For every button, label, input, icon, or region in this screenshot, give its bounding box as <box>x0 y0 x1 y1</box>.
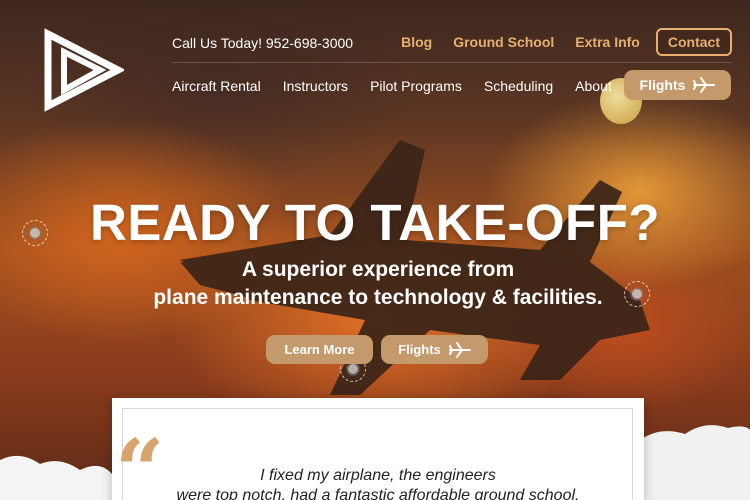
nav-item-instructors[interactable]: Instructors <box>283 78 348 94</box>
hero-headline: READY TO TAKE-OFF? <box>90 194 660 251</box>
link-extra-info[interactable]: Extra Info <box>575 34 640 50</box>
phone-number[interactable]: Call Us Today! 952-698-3000 <box>172 35 353 51</box>
contact-button[interactable]: Contact <box>655 28 732 56</box>
nav-item-about[interactable]: About <box>575 78 612 94</box>
hero-subline-2: plane maintenance to technology & facili… <box>153 286 603 309</box>
testimonial-quote-line-1: I fixed my airplane, the engineers <box>260 467 496 484</box>
main-nav: Aircraft Rental Instructors Pilot Progra… <box>172 78 634 94</box>
nav-item-scheduling[interactable]: Scheduling <box>484 78 553 94</box>
flights-nav-label: Flights <box>639 77 686 93</box>
airplane-icon <box>693 77 716 93</box>
header-divider <box>172 62 732 63</box>
top-links: Blog Ground School Extra Info Contact <box>380 28 732 56</box>
flights-nav-button[interactable]: Flights <box>624 70 731 100</box>
site-logo[interactable] <box>42 28 124 112</box>
nav-item-aircraft-rental[interactable]: Aircraft Rental <box>172 78 261 94</box>
hero-subline-1: A superior experience from <box>241 258 515 281</box>
learn-more-label: Learn More <box>284 342 355 357</box>
learn-more-button[interactable]: Learn More <box>266 335 373 364</box>
link-ground-school[interactable]: Ground School <box>453 34 554 50</box>
nav-item-pilot-programs[interactable]: Pilot Programs <box>370 78 462 94</box>
top-bar: Call Us Today! 952-698-3000 Blog Ground … <box>172 28 732 56</box>
testimonial-quote-line-2: were top notch, had a fantastic affordab… <box>176 487 580 500</box>
link-blog[interactable]: Blog <box>401 34 432 50</box>
airplane-icon <box>448 341 471 358</box>
flights-hero-label: Flights <box>398 342 441 357</box>
flights-hero-button[interactable]: Flights <box>381 335 488 364</box>
